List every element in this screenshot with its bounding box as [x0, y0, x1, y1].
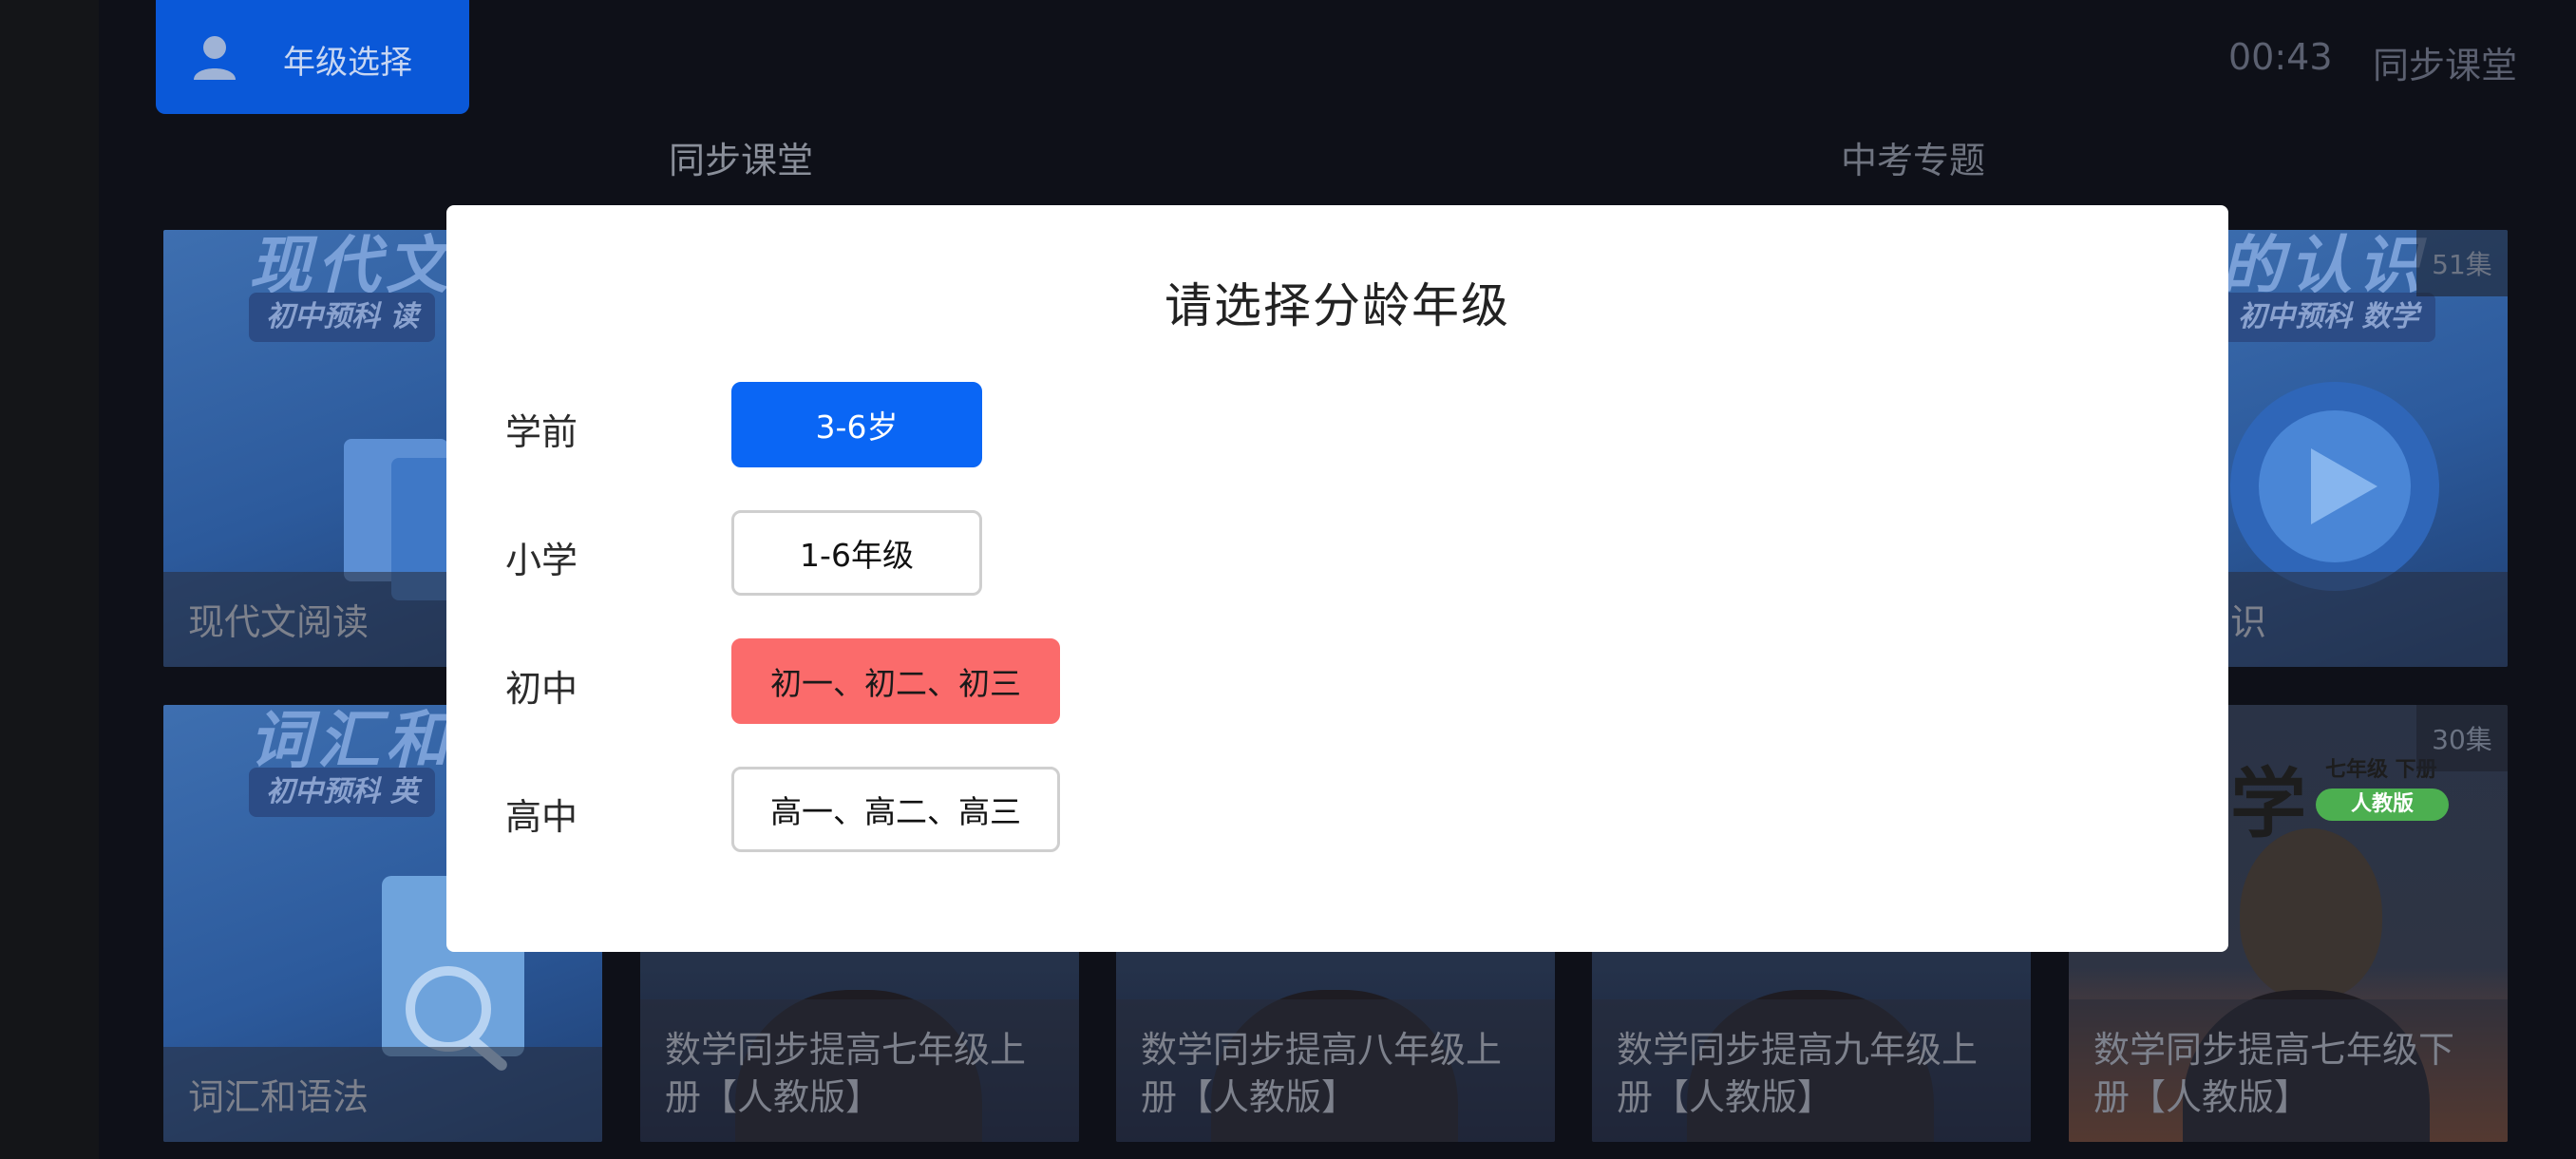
dialog-title: 请选择分龄年级 — [1165, 278, 1510, 333]
option-primary-1-6[interactable]: 1-6年级 — [731, 510, 982, 596]
option-junior-high[interactable]: 初一、初二、初三 — [731, 638, 1060, 724]
row-label-preschool: 学前 — [505, 411, 578, 453]
row-label-primary: 小学 — [505, 540, 578, 581]
row-label-junior-high: 初中 — [505, 668, 578, 710]
grade-select-dialog: 请选择分龄年级 学前 3-6岁 小学 1-6年级 初中 初一、初二、初三 高中 … — [446, 205, 2228, 952]
option-preschool-3-6[interactable]: 3-6岁 — [731, 382, 982, 467]
row-label-senior-high: 高中 — [505, 796, 578, 838]
app-screen: 年级选择 00:43 同步课堂 同步课堂 中考专题 现代文阅 初中预科 读 现代… — [0, 0, 2576, 1159]
option-senior-high[interactable]: 高一、高二、高三 — [731, 767, 1060, 852]
